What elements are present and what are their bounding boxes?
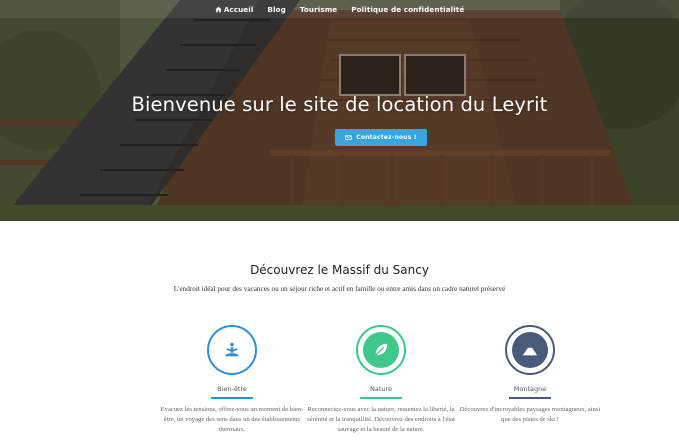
nav-tourisme[interactable]: Tourisme (300, 5, 337, 14)
section-title: Découvrez le Massif du Sancy (250, 263, 429, 277)
feature-label: Bien-être (217, 385, 247, 393)
feature-circle (356, 325, 406, 375)
contact-button[interactable]: Contactez-nous ! (335, 129, 427, 146)
feature-circle (505, 325, 555, 375)
home-icon (215, 6, 222, 12)
feature-underline (360, 397, 402, 399)
nav-blog[interactable]: Blog (267, 5, 285, 14)
nav-home-label: Accueil (223, 4, 254, 14)
leaf-icon (375, 343, 388, 356)
hero-title: Bienvenue sur le site de location du Ley… (131, 93, 548, 116)
section-subtitle: L'endroit idéal pour des vacances ou un … (173, 285, 506, 293)
meditation-icon (225, 342, 239, 357)
feature-circle (207, 325, 257, 375)
feature-underline (211, 397, 253, 399)
feature-label: Montagne (513, 385, 547, 393)
envelope-icon (345, 135, 352, 140)
feature-description: Reconnectez-vous avec la nature, ressent… (307, 406, 455, 433)
nav-home[interactable]: Accueil (215, 5, 254, 14)
feature-label: Nature (369, 385, 393, 393)
main-nav: Accueil Blog Tourisme Politique de confi… (0, 0, 679, 18)
feature-description: Evacuez les tensions, offrez-vous un mom… (160, 406, 304, 433)
contact-button-label: Contactez-nous ! (356, 134, 417, 141)
mountain-icon (522, 344, 538, 356)
hero-banner: Accueil Blog Tourisme Politique de confi… (0, 0, 679, 221)
feature-underline (509, 397, 551, 399)
nav-privacy[interactable]: Politique de confidentialité (351, 5, 464, 14)
feature-description: Découvrez d'incroyables paysages montagn… (459, 406, 601, 423)
